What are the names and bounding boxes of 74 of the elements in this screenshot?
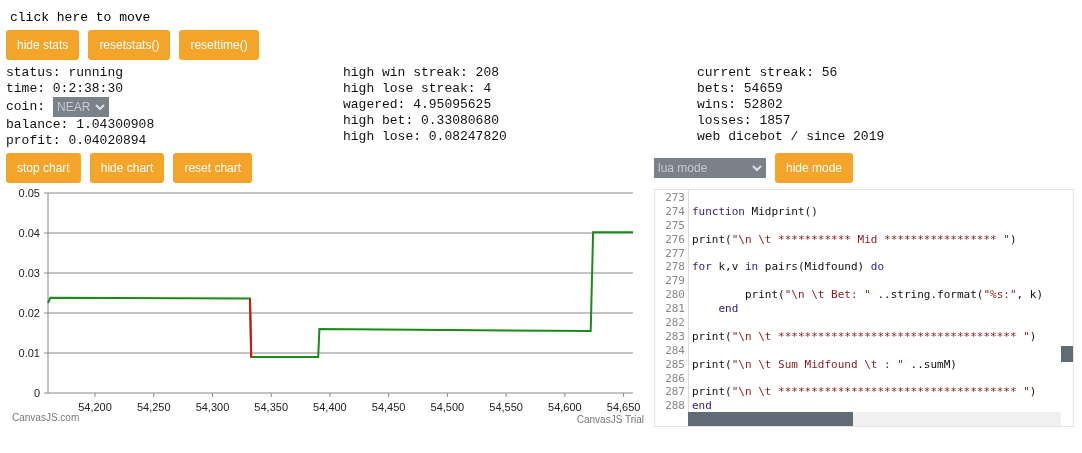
code-line: function Midprint() [692,204,818,219]
line-number: 274 [664,204,686,219]
x-tick-label: 54,500 [430,401,465,413]
hide-mode-button[interactable]: hide mode [775,153,854,183]
stat-text: bets: 54659 [697,81,784,97]
line-number: 278 [664,260,686,275]
scrollbar-thumb[interactable] [1061,346,1073,362]
stat-text: profit: 0.04020894 [6,133,148,149]
line-number: 276 [664,232,686,247]
x-tick-label: 54,350 [254,401,288,413]
stat-text: time: 0:2:38:30 [6,81,125,97]
x-tick-label: 54,300 [195,401,230,413]
chart-credit: CanvasJS.com [12,412,80,423]
line-number: 282 [664,316,686,330]
x-tick-label: 54,550 [489,401,523,413]
line-number: 284 [664,343,686,358]
code-editor[interactable] [654,189,1074,427]
stat-text: high bet: 0.33080680 [343,113,501,129]
line-number: 283 [664,329,686,344]
stat-text: current streak: 56 [697,65,839,81]
coin-select[interactable]: NEAR [53,97,109,117]
line-number: 280 [664,288,686,303]
scrollbar-track[interactable] [688,412,1061,426]
line-number: 286 [664,371,686,386]
code-line: print("\n \t ************************************ ") [692,329,1037,344]
stat-text: losses: 1857 [697,113,792,129]
x-tick-label: 54,450 [371,401,406,413]
chart-credit: CanvasJS Trial [576,414,644,425]
stats-button[interactable]: resettime() [179,30,259,60]
stat-text: high lose streak: 4 [343,81,493,97]
line-number: 277 [664,246,686,261]
stats-button[interactable]: resetstats() [88,30,171,60]
x-tick-label: 54,600 [548,401,582,413]
code-line: print("\n \t Bet: " ..string.format("%s:", k) [743,288,1044,303]
coin-label: coin: [6,99,45,115]
chart-button[interactable]: stop chart [6,153,81,183]
y-tick-label: 0.02 [18,307,40,319]
code-line: for k,v in pairs(Midfound) do [692,260,885,275]
y-tick-label: 0.03 [18,267,40,279]
y-tick-label: 0.01 [18,347,40,359]
line-number: 288 [664,399,686,414]
line-number: 281 [664,302,686,316]
code-line: end [692,399,712,414]
code-line: print("\n \t Sum Midfound \t : " ..sumM) [692,357,957,372]
chart-button[interactable]: hide chart [89,153,165,183]
scrollbar-thumb[interactable] [688,412,853,426]
chevron-down-icon [95,103,105,111]
stat-text: wagered: 4.95095625 [343,97,493,113]
y-tick-label: 0.05 [18,187,40,199]
stat-text: high lose: 0.08247820 [343,129,508,145]
code-line: print("\n \t ************************************ ") [692,385,1037,400]
stat-text: status: running [6,65,125,81]
x-tick-label: 54,650 [606,401,641,413]
code-line: end [718,302,739,316]
chevron-down-icon [752,164,762,172]
stat-text: web dicebot / since 2019 [697,129,886,145]
stats-button[interactable]: hide stats [6,30,80,60]
line-number: 279 [664,274,686,289]
line-number: 275 [664,218,686,233]
stat-text: high win streak: 208 [343,65,501,81]
line-number: 285 [664,357,686,372]
y-tick-label: 0.04 [18,227,40,239]
code-line: print("\n \t *********** Mid ***************** ") [692,232,1017,247]
line-number: 287 [664,385,686,400]
x-tick-label: 54,200 [78,401,112,413]
stat-text: wins: 52802 [697,97,784,113]
chart-button[interactable]: reset chart [173,153,253,183]
mode-select[interactable]: lua mode [654,158,766,178]
stat-text: balance: 1.04300908 [6,117,156,133]
x-tick-label: 54,250 [136,401,171,413]
y-tick-label: 0 [33,387,40,399]
move-handle[interactable]: click here to move [6,0,1076,30]
line-number: 273 [664,191,686,205]
x-tick-label: 54,400 [313,401,347,413]
